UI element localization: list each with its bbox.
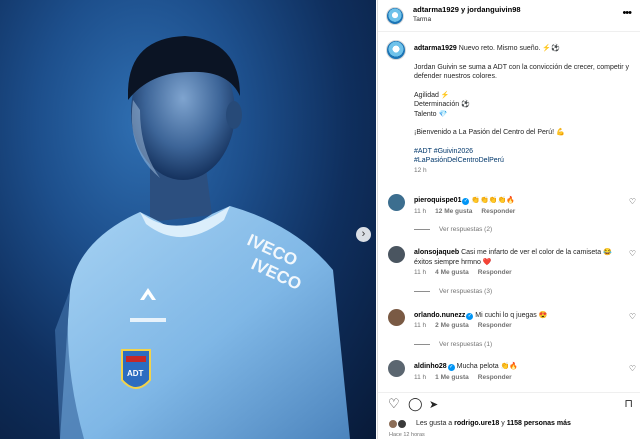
commenter-avatar[interactable] xyxy=(388,309,405,326)
chevron-right-icon: › xyxy=(361,228,366,240)
comment-text: 👏👏👏👏🔥 xyxy=(471,197,516,204)
reply-button[interactable]: Responder xyxy=(478,269,512,276)
hashtag-link[interactable]: #ADT #Guivin2026 xyxy=(414,147,636,157)
view-replies-button[interactable]: Ver respuestas (1) xyxy=(414,341,492,348)
post-header: adtarma1929 y jordanguivin98 Tarma ••• xyxy=(378,0,640,32)
comment-username[interactable]: pieroquispe01 xyxy=(414,197,461,204)
more-horizontal-icon[interactable]: ••• xyxy=(622,7,632,19)
account-avatar[interactable] xyxy=(386,7,404,25)
heart-icon[interactable]: ♡ xyxy=(629,197,636,206)
comment-likes[interactable]: 1 Me gusta xyxy=(435,374,469,381)
post-photo[interactable]: IVECO IVECO ADT › xyxy=(0,0,376,439)
comment-time: 11 h xyxy=(414,208,427,215)
next-photo-button[interactable]: › xyxy=(356,227,371,242)
likes-summary[interactable]: Les gusta a rodrigo.ure18 y 1158 persona… xyxy=(416,420,571,427)
commenter-avatar[interactable] xyxy=(388,246,405,263)
post-age: Hace 12 horas xyxy=(389,432,425,438)
caption-headline: Nuevo reto. Mismo sueño. ⚡⚽ xyxy=(458,45,560,52)
comment-username[interactable]: aldinho28 xyxy=(414,363,447,370)
caption-avatar[interactable] xyxy=(386,40,406,60)
bookmark-icon[interactable]: ⊓ xyxy=(624,397,633,411)
reply-button[interactable]: Responder xyxy=(481,208,515,215)
liker-avatar xyxy=(397,419,407,429)
comment-time: 11 h xyxy=(414,374,427,381)
reply-button[interactable]: Responder xyxy=(478,322,512,329)
heart-icon[interactable]: ♡ xyxy=(629,249,636,258)
commenter-avatar[interactable] xyxy=(388,360,405,377)
caption-username[interactable]: adtarma1929 xyxy=(414,45,457,52)
liked-by-user[interactable]: rodrigo.ure18 xyxy=(454,420,499,427)
view-replies-button[interactable]: Ver respuestas (3) xyxy=(414,288,492,295)
crest-label: ADT xyxy=(127,369,144,378)
view-replies-button[interactable]: Ver respuestas (2) xyxy=(414,226,492,233)
verified-icon: ✓ xyxy=(466,313,474,320)
liked-by-prefix: Les gusta a xyxy=(416,420,453,427)
heart-icon[interactable]: ♡ xyxy=(629,364,636,373)
heart-icon[interactable]: ♡ xyxy=(629,312,636,321)
comment-username[interactable]: orlando.nunezz xyxy=(414,312,465,319)
commenter-avatar[interactable] xyxy=(388,194,405,211)
comment-text: Mucha pelota 👏🔥 xyxy=(456,363,519,370)
player-illustration: IVECO IVECO ADT xyxy=(55,36,350,439)
liked-by-suffix: y xyxy=(501,420,505,427)
verified-icon: ✓ xyxy=(447,364,455,371)
comment-likes[interactable]: 2 Me gusta xyxy=(435,322,469,329)
verified-icon: ✓ xyxy=(462,198,470,205)
caption-trait: Agilidad ⚡ xyxy=(414,91,450,99)
caption-paragraph: Jordan Guivin se suma a ADT con la convi… xyxy=(414,63,630,81)
comment-likes[interactable]: 4 Me gusta xyxy=(435,269,469,276)
caption-trait: Talento 💎 xyxy=(414,110,448,118)
comment-time: 11 h xyxy=(414,322,427,329)
caption-time: 12 h xyxy=(414,166,427,174)
comment-time: 11 h xyxy=(414,269,427,276)
caption-trait: Determinación ⚽ xyxy=(414,101,470,108)
reply-button[interactable]: Responder xyxy=(478,374,512,381)
likes-others[interactable]: 1158 personas más xyxy=(507,420,571,427)
comment-icon[interactable]: ◯ xyxy=(408,397,423,411)
hashtag-link[interactable]: #LaPasiónDelCentroDelPerú xyxy=(414,156,636,166)
post-actions: ♡ ◯ ➤ ⊓ Les gusta a rodrigo.ure18 y 1158… xyxy=(378,392,640,439)
heart-icon[interactable]: ♡ xyxy=(388,397,400,411)
post-authors[interactable]: adtarma1929 y jordanguivin98 xyxy=(413,5,521,14)
post-side-panel: adtarma1929 y jordanguivin98 Tarma ••• a… xyxy=(377,0,640,439)
comment-text: Mi cuchi lo q juegas 😍 xyxy=(475,312,548,319)
comment-username[interactable]: alonsojaqueb xyxy=(414,249,459,256)
comment-likes[interactable]: 12 Me gusta xyxy=(435,208,472,215)
send-icon[interactable]: ➤ xyxy=(429,398,438,412)
caption-welcome: ¡Bienvenido a La Pasión del Centro del P… xyxy=(414,129,565,136)
post-location[interactable]: Tarma xyxy=(413,16,431,23)
